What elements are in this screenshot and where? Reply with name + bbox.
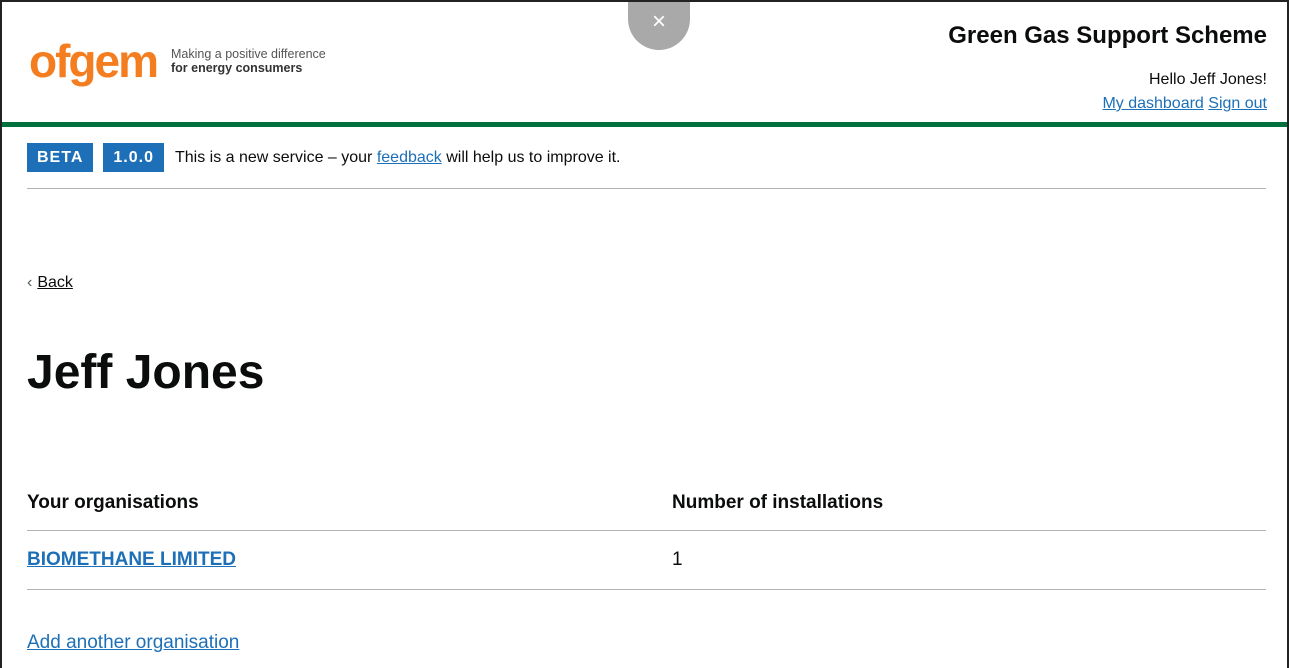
page-title: Jeff Jones — [27, 346, 265, 399]
user-greeting: Hello Jeff Jones! — [1149, 71, 1267, 88]
site-header: ofgem Making a positive difference for e… — [2, 2, 1287, 122]
logo-wordmark: ofgem — [29, 35, 159, 87]
banner-text-after: will help us to improve it. — [441, 149, 621, 166]
tagline-line-2: for energy consumers — [171, 61, 303, 75]
phase-banner-text: This is a new service – your feedback wi… — [175, 143, 621, 172]
logo-tagline: Making a positive difference for energy … — [171, 47, 326, 75]
back-link-container: ‹ Back — [27, 274, 73, 292]
feedback-link[interactable]: feedback — [377, 149, 442, 166]
organisations-table: Your organisations Number of installatio… — [27, 476, 1266, 590]
organisation-cell: BIOMETHANE LIMITED — [27, 549, 672, 571]
ofgem-logo[interactable]: ofgem Making a positive difference for e… — [29, 38, 326, 84]
my-dashboard-link[interactable]: My dashboard — [1102, 95, 1203, 112]
table-row: BIOMETHANE LIMITED 1 — [27, 531, 1266, 590]
header-divider — [2, 122, 1287, 127]
add-organisation-link[interactable]: Add another organisation — [27, 632, 239, 654]
tagline-line-1: Making a positive difference — [171, 47, 326, 61]
beta-tag: BETA — [27, 143, 94, 172]
close-icon[interactable]: × — [628, 2, 690, 50]
organisation-link[interactable]: BIOMETHANE LIMITED — [27, 549, 236, 570]
sign-out-link[interactable]: Sign out — [1208, 95, 1267, 112]
installations-count: 1 — [672, 549, 683, 570]
service-name: Green Gas Support Scheme — [948, 22, 1267, 49]
column-header-installations: Number of installations — [672, 492, 884, 513]
chevron-left-icon: ‹ — [27, 274, 33, 291]
banner-text-before: This is a new service – your — [174, 149, 377, 166]
back-link[interactable]: Back — [37, 274, 73, 291]
table-header-row: Your organisations Number of installatio… — [27, 476, 1266, 531]
phase-banner: BETA 1.0.0 This is a new service – your … — [27, 143, 1266, 189]
column-header-organisations: Your organisations — [27, 492, 199, 513]
version-tag: 1.0.0 — [103, 143, 164, 172]
header-links: My dashboard Sign out — [1102, 95, 1267, 113]
